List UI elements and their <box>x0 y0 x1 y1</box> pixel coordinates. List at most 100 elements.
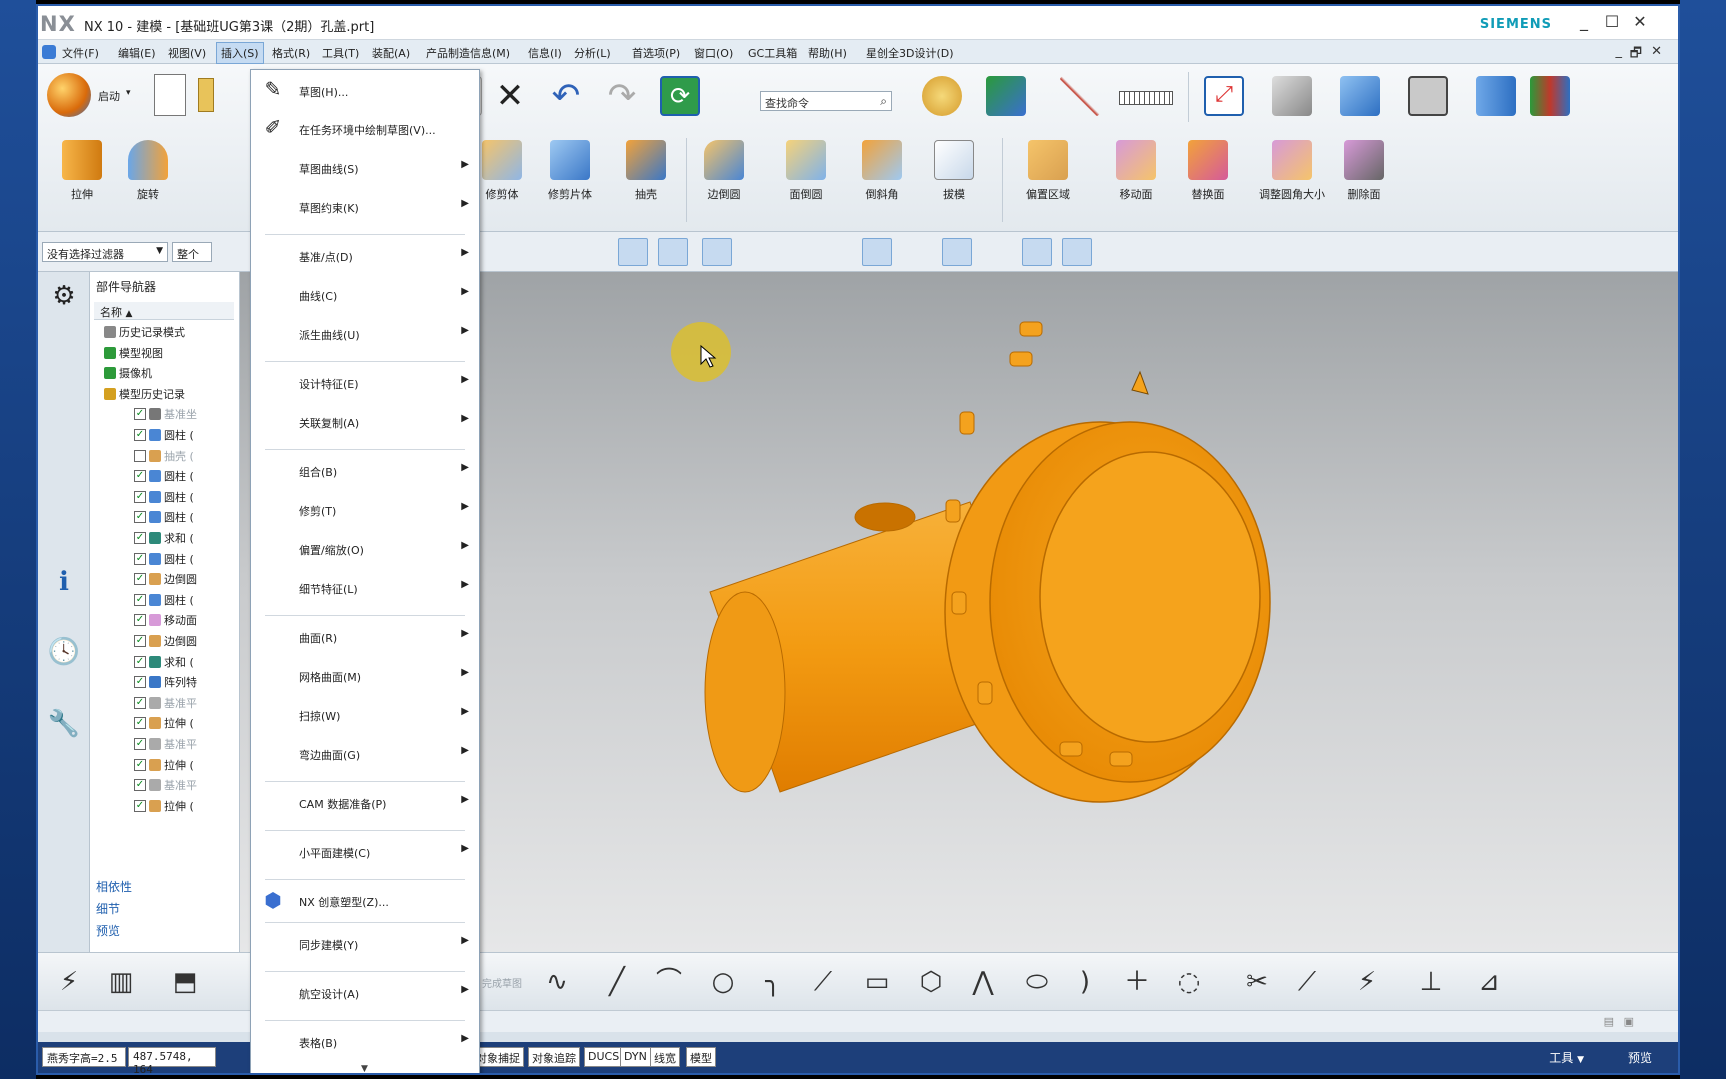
web-browser-icon[interactable] <box>44 774 84 814</box>
row-checkbox[interactable]: ✓ <box>134 552 146 565</box>
intersection-snap-icon[interactable] <box>862 238 892 266</box>
start-globe-icon[interactable] <box>44 70 94 120</box>
dyn-toggle[interactable]: DYN <box>620 1047 651 1067</box>
redo-icon[interactable]: ↷ <box>602 74 642 118</box>
menu-help[interactable]: 帮助(H) <box>808 45 847 61</box>
row-checkbox[interactable]: ✓ <box>134 614 146 627</box>
fit-view-icon[interactable]: ⤢ <box>1200 72 1248 120</box>
insert-datum-point-item[interactable]: 基准/点(D) ▶ <box>251 240 479 270</box>
row-checkbox[interactable]: ✓ <box>134 635 146 647</box>
insert-realize-shape-item[interactable]: ⬢ NX 创意塑型(Z)... <box>251 882 479 918</box>
point-icon[interactable]: ＋ <box>1118 965 1156 999</box>
chamfer-small-icon[interactable]: ⟋ <box>804 965 842 999</box>
row-checkbox[interactable]: ✓ <box>134 655 146 668</box>
shell-small-icon[interactable]: ⬒ <box>166 965 204 999</box>
insert-flange-surface-item[interactable]: 弯边曲面(G) ▶ <box>251 738 479 768</box>
close-button[interactable]: ✕ <box>1630 12 1650 32</box>
row-checkbox[interactable]: ✓ <box>134 593 146 606</box>
layer-icon[interactable]: ▤ <box>1604 1015 1614 1028</box>
extrude-button[interactable]: 拉伸 <box>50 140 114 202</box>
rectangle-icon[interactable]: ▭ <box>858 965 896 999</box>
menu-analysis[interactable]: 分析(L) <box>574 45 611 61</box>
palette-icon[interactable] <box>918 72 966 120</box>
delete-face-button[interactable]: 删除面 <box>1332 140 1396 202</box>
insert-design-feature-item[interactable]: 设计特征(E) ▶ <box>251 367 479 397</box>
insert-sketch-item[interactable]: ✎ 草图(H)... <box>251 72 479 108</box>
point-on-face-snap-icon[interactable] <box>1102 238 1132 266</box>
menu-scroll-down-icon[interactable]: ▼ <box>361 1064 368 1073</box>
revolve-button[interactable]: 旋转 <box>116 140 180 202</box>
sketch-icon[interactable]: ⚡ <box>50 965 88 999</box>
insert-cam-data-item[interactable]: CAM 数据准备(P) ▶ <box>251 787 479 817</box>
row-checkbox[interactable]: ✓ <box>134 511 146 524</box>
circle-center-snap-icon[interactable] <box>942 238 972 266</box>
menu-gc-toolbox[interactable]: GC工具箱 <box>748 45 797 61</box>
row-checkbox[interactable]: ✓ <box>134 408 146 421</box>
point-on-curve-snap-icon[interactable] <box>1062 238 1092 266</box>
existing-point-snap-icon[interactable] <box>1022 238 1052 266</box>
preview-panel[interactable]: 预览 <box>96 922 120 939</box>
tree-row[interactable]: ✓ 圆柱 ( <box>134 425 194 445</box>
menu-preferences[interactable]: 首选项(P) <box>632 45 680 61</box>
constraint-navigator-icon[interactable] <box>44 410 84 450</box>
shaded-cube-icon[interactable] <box>1336 72 1384 120</box>
clip-view-icon[interactable] <box>1526 72 1574 120</box>
dimension-constraint-icon[interactable]: ⊿ <box>1470 965 1508 999</box>
arc-icon[interactable]: ⌒ <box>650 965 688 999</box>
fillet-icon[interactable]: ╮ <box>754 965 792 999</box>
snap-point-icon[interactable] <box>982 72 1030 120</box>
row-checkbox[interactable]: ✓ <box>134 758 146 771</box>
polygon-icon[interactable]: ⬡ <box>912 965 950 999</box>
menu-3d-design[interactable]: 星创全3D设计(D) <box>866 45 954 61</box>
tree-row[interactable]: ✓ 阵列特 <box>134 672 197 692</box>
settings-gear-icon[interactable]: ⚙ <box>44 276 84 316</box>
end-point-snap-icon[interactable] <box>742 238 772 266</box>
model-toggle[interactable]: 模型 <box>686 1047 716 1067</box>
geometric-constraint-icon[interactable]: ⊥ <box>1412 965 1450 999</box>
row-checkbox[interactable]: ✓ <box>134 429 146 441</box>
scope-dropdown[interactable]: 整个装配 <box>172 242 212 262</box>
row-checkbox[interactable]: ✓ <box>134 779 146 792</box>
mdi-close-button[interactable]: ✕ <box>1651 44 1662 59</box>
tools-button[interactable]: 工具 ▼ <box>1543 1046 1590 1068</box>
row-checkbox[interactable]: ✓ <box>134 696 146 709</box>
undo-icon[interactable]: ↶ <box>546 74 586 118</box>
insert-facet-modeling-item[interactable]: 小平面建模(C) ▶ <box>251 836 479 866</box>
section-view-icon[interactable] <box>1472 72 1520 120</box>
chamfer-button[interactable]: 倒斜角 <box>850 140 914 202</box>
tree-row[interactable]: ✓ 求和 ( <box>134 652 194 672</box>
name-column-header[interactable]: 名称 ▲ <box>94 302 234 320</box>
tree-row[interactable]: ✓ 圆柱 ( <box>134 507 194 527</box>
tree-row[interactable]: ✓ 求和 ( <box>134 528 194 548</box>
quick-trim-icon[interactable]: ✂ <box>1238 965 1276 999</box>
draft-button[interactable]: 拔模 <box>922 140 986 202</box>
offset-curve-icon[interactable]: ◌ <box>1170 965 1208 999</box>
insert-detail-feature-item[interactable]: 细节特征(L) ▶ <box>251 572 479 602</box>
face-blend-button[interactable]: 面倒圆 <box>774 140 838 202</box>
control-point-snap-icon[interactable] <box>822 238 852 266</box>
make-corner-icon[interactable]: ⚡ <box>1348 965 1386 999</box>
insert-mesh-surface-item[interactable]: 网格曲面(M) ▶ <box>251 660 479 690</box>
tree-row[interactable]: 模型视图 <box>104 343 163 363</box>
mdi-restore-button[interactable]: 🗗 <box>1630 44 1642 66</box>
quick-extend-icon[interactable]: ⟋ <box>1288 965 1326 999</box>
command-search-input[interactable]: 查找命令 ⌕ <box>760 91 892 111</box>
menu-tools[interactable]: 工具(T) <box>322 45 359 61</box>
delete-icon[interactable]: ✕ <box>490 74 530 118</box>
insert-sketch-curve-item[interactable]: 草图曲线(S) ▶ <box>251 152 479 182</box>
menu-insert[interactable]: 插入(S) <box>216 42 264 64</box>
tree-row[interactable]: 抽壳 ( <box>134 446 194 466</box>
tree-row[interactable]: ✓ 圆柱 ( <box>134 466 194 486</box>
grid-snap-icon[interactable] <box>1142 238 1172 266</box>
edge-blend-button[interactable]: 边倒圆 <box>692 140 756 202</box>
tree-row[interactable]: ✓ 边倒圆 <box>134 631 197 651</box>
tree-row[interactable]: ✓ 边倒圆 <box>134 569 197 589</box>
tree-row[interactable]: ✓ 基准平 <box>134 734 197 754</box>
extrude-small-icon[interactable]: ▥ <box>102 965 140 999</box>
refresh-icon[interactable]: ⟳ <box>656 72 704 120</box>
type-filter-dropdown[interactable]: 没有选择过滤器 ▼ <box>42 242 168 262</box>
history-clock-icon[interactable]: 🕓 <box>44 632 84 672</box>
view-orient-icon[interactable] <box>1268 72 1316 120</box>
replace-face-button[interactable]: 替换面 <box>1176 140 1240 202</box>
insert-surface-item[interactable]: 曲面(R) ▶ <box>251 621 479 651</box>
